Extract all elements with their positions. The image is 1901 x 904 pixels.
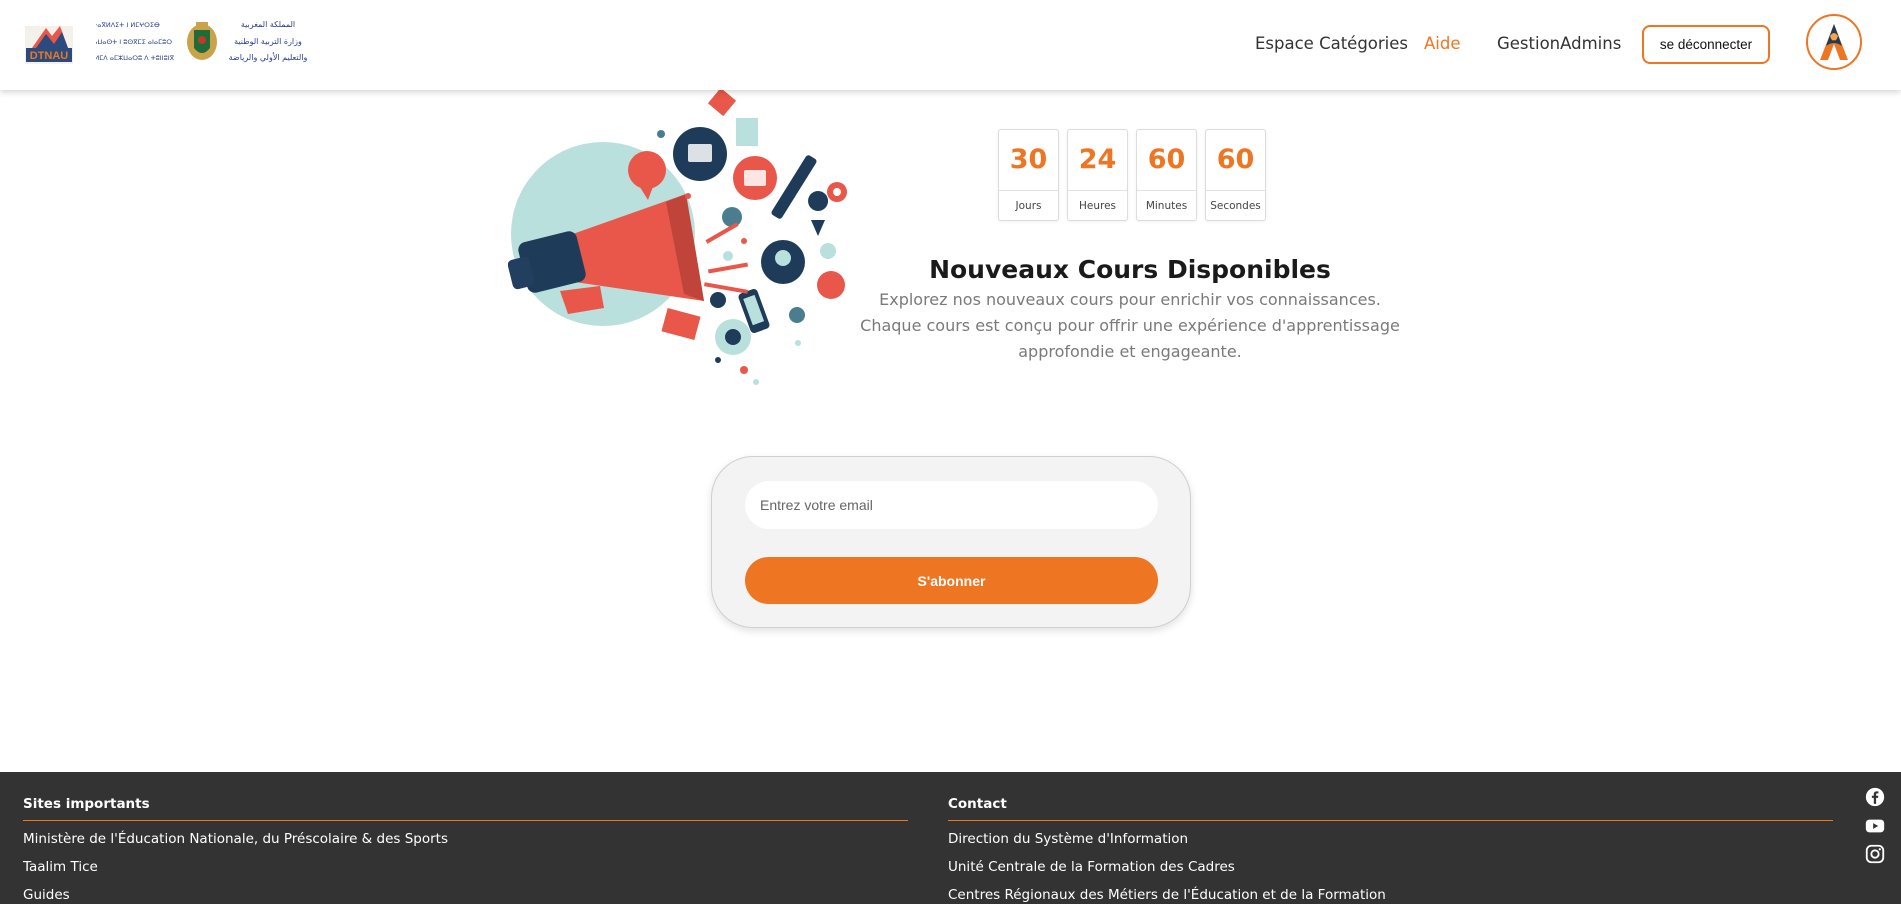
countdown-days: 30 Jours bbox=[998, 129, 1059, 221]
hero-description: Explorez nos nouveaux cours pour enrichi… bbox=[860, 290, 1400, 361]
hero-title: Nouveaux Cours Disponibles bbox=[929, 255, 1331, 284]
countdown-divider bbox=[1206, 190, 1265, 191]
instagram-icon[interactable] bbox=[1864, 843, 1886, 865]
nav-espace-categories[interactable]: Espace Catégories bbox=[1255, 34, 1408, 53]
top-navbar: DTNAU ⵜⴰⴳⵍⴷⵉⵜ ⵏ ⵍⵎⵖⵔⵉⴱ ⵜⴰⵎⴰⵡⴰⵙⵜ ⵏ ⵓⵙⴳⵎⵉ … bbox=[0, 0, 1901, 90]
ministry-arabic-line-2: وزارة التربية الوطنية bbox=[234, 37, 302, 46]
ministry-arabic-line-3: والتعليم الأولي والرياضة bbox=[229, 52, 308, 62]
countdown-divider bbox=[1068, 190, 1127, 191]
logout-button[interactable]: se déconnecter bbox=[1642, 25, 1770, 64]
ministry-arabic-line-1: المملكة المغربية bbox=[241, 20, 295, 29]
countdown-minutes: 60 Minutes bbox=[1136, 129, 1197, 221]
footer-link-ucfc[interactable]: Unité Centrale de la Formation des Cadre… bbox=[948, 859, 1833, 875]
countdown-seconds: 60 Secondes bbox=[1205, 129, 1266, 221]
countdown-value: 24 bbox=[1078, 144, 1117, 175]
youtube-icon[interactable] bbox=[1864, 815, 1886, 837]
dtnau-logo[interactable]: DTNAU bbox=[24, 22, 76, 66]
megaphone-illustration bbox=[508, 87, 847, 385]
footer-contact-column: Contact Direction du Système d'Informati… bbox=[948, 796, 1833, 903]
dtnau-logo-text: DTNAU bbox=[30, 50, 69, 62]
countdown-label: Minutes bbox=[1145, 200, 1188, 212]
nav-aide[interactable]: Aide bbox=[1424, 34, 1461, 53]
footer-sites-column: Sites importants Ministère de l'Éducatio… bbox=[23, 796, 908, 903]
subscribe-button[interactable]: S'abonner bbox=[745, 557, 1158, 604]
countdown-divider bbox=[1137, 190, 1196, 191]
countdown-value: 60 bbox=[1216, 144, 1255, 175]
ministry-tifinagh-line-1: ⵜⴰⴳⵍⴷⵉⵜ ⵏ ⵍⵎⵖⵔⵉⴱ bbox=[96, 21, 160, 29]
footer-link-guides[interactable]: Guides bbox=[23, 887, 908, 903]
user-avatar[interactable] bbox=[1806, 14, 1862, 70]
ministry-tifinagh-line-3: ⴷ ⵓⵙⵍⵎⴷ ⴰⵎⵣⵡⴰⵔⵓ ⴷ ⵜⵓⵏⵏⵓⵏⴳ bbox=[96, 54, 175, 62]
subscribe-card: S'abonner bbox=[711, 456, 1191, 628]
countdown-value: 30 bbox=[1009, 144, 1048, 175]
footer-contact-title: Contact bbox=[948, 796, 1833, 821]
countdown-divider bbox=[999, 190, 1058, 191]
countdown-label: Jours bbox=[1015, 200, 1042, 212]
countdown-label: Secondes bbox=[1210, 200, 1261, 212]
footer-link-ministere[interactable]: Ministère de l'Éducation Nationale, du P… bbox=[23, 831, 908, 847]
footer-link-taalim-tice[interactable]: Taalim Tice bbox=[23, 859, 908, 875]
coat-of-arms-icon bbox=[187, 22, 217, 60]
footer-link-dsi[interactable]: Direction du Système d'Information bbox=[948, 831, 1833, 847]
footer-link-crmef[interactable]: Centres Régionaux des Métiers de l'Éduca… bbox=[948, 887, 1833, 903]
countdown-hours: 24 Heures bbox=[1067, 129, 1128, 221]
avatar-logo-icon bbox=[1820, 24, 1848, 60]
ministry-tifinagh-line-2: ⵜⴰⵎⴰⵡⴰⵙⵜ ⵏ ⵓⵙⴳⵎⵉ ⴰⵏⴰⵎⵓⵔ bbox=[96, 38, 172, 46]
facebook-icon[interactable] bbox=[1864, 786, 1886, 808]
countdown-value: 60 bbox=[1147, 144, 1186, 175]
nav-gestion-admins[interactable]: GestionAdmins bbox=[1497, 34, 1621, 53]
ministry-logo[interactable]: ⵜⴰⴳⵍⴷⵉⵜ ⵏ ⵍⵎⵖⵔⵉⴱ ⵜⴰⵎⴰⵡⴰⵙⵜ ⵏ ⵓⵙⴳⵎⵉ ⴰⵏⴰⵎⵓⵔ… bbox=[96, 18, 314, 68]
countdown-timer: 30 Jours 24 Heures 60 Minutes 60 Seconde… bbox=[998, 129, 1266, 221]
footer: Sites importants Ministère de l'Éducatio… bbox=[0, 772, 1901, 904]
email-input[interactable] bbox=[745, 481, 1158, 529]
footer-sites-title: Sites importants bbox=[23, 796, 908, 821]
countdown-label: Heures bbox=[1078, 200, 1117, 212]
